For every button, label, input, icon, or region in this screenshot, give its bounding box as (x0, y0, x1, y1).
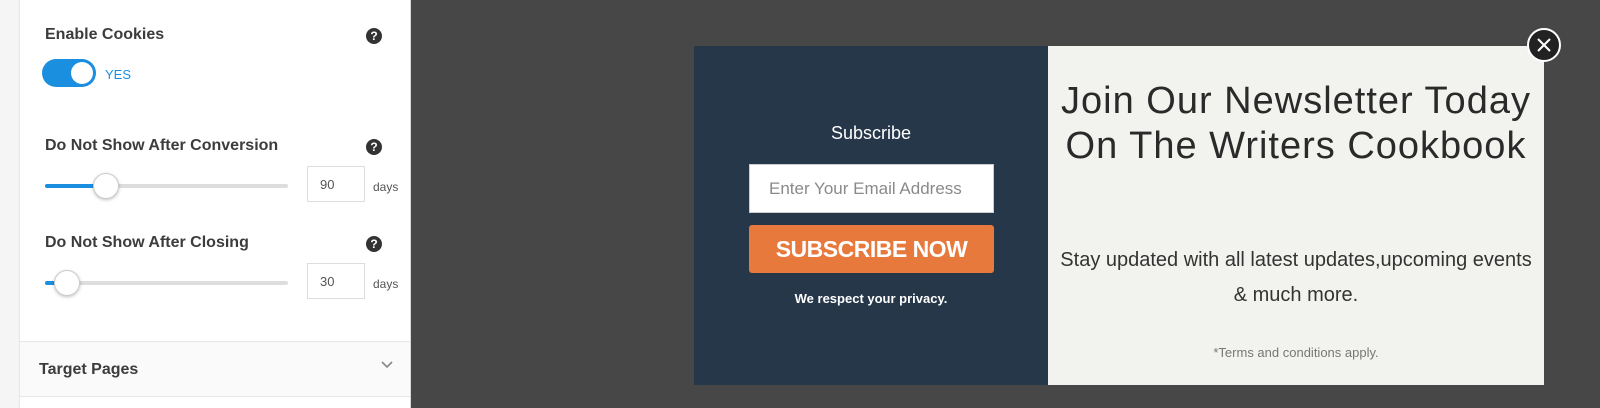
chevron-down-icon (381, 361, 393, 369)
after-conversion-days-input[interactable] (307, 166, 365, 202)
slider-thumb[interactable] (92, 173, 119, 199)
settings-panel: Enable Cookies ? YES Do Not Show After C… (0, 0, 411, 408)
privacy-note: We respect your privacy. (794, 291, 948, 306)
popup-form-panel: Subscribe SUBSCRIBE NOW We respect your … (694, 46, 1048, 385)
panel-gutter (0, 0, 20, 408)
popup-info-panel: Join Our Newsletter Today On The Writers… (1048, 46, 1544, 385)
after-closing-label: Do Not Show After Closing (45, 234, 249, 251)
subscribe-title: Subscribe (830, 123, 912, 143)
enable-cookies-label: Enable Cookies (45, 26, 165, 43)
subscribe-now-button[interactable]: SUBSCRIBE NOW (749, 225, 994, 273)
days-unit-label: days (373, 277, 399, 291)
enable-cookies-toggle[interactable] (42, 59, 96, 87)
popup-headline: Join Our Newsletter Today On The Writers… (1061, 80, 1531, 167)
toggle-state-text: YES (105, 67, 132, 82)
target-pages-section[interactable]: Target Pages (20, 341, 410, 397)
help-icon[interactable]: ? (366, 236, 382, 252)
after-closing-slider[interactable] (45, 270, 288, 296)
days-unit-label: days (373, 180, 399, 194)
newsletter-popup: Subscribe SUBSCRIBE NOW We respect your … (694, 46, 1544, 385)
help-icon[interactable]: ? (366, 139, 382, 155)
email-input[interactable] (749, 164, 994, 213)
close-button[interactable] (1527, 28, 1561, 62)
terms-note: *Terms and conditions apply. (1213, 345, 1379, 360)
target-pages-label: Target Pages (39, 361, 139, 378)
after-conversion-label: Do Not Show After Conversion (45, 137, 279, 154)
toggle-knob (71, 62, 93, 84)
after-closing-days-input[interactable] (307, 263, 365, 299)
slider-thumb[interactable] (53, 270, 80, 296)
close-icon (1537, 38, 1551, 52)
help-icon[interactable]: ? (366, 28, 382, 44)
after-conversion-slider[interactable] (45, 173, 288, 199)
popup-body-text: Stay updated with all latest updates,upc… (1060, 249, 1532, 306)
